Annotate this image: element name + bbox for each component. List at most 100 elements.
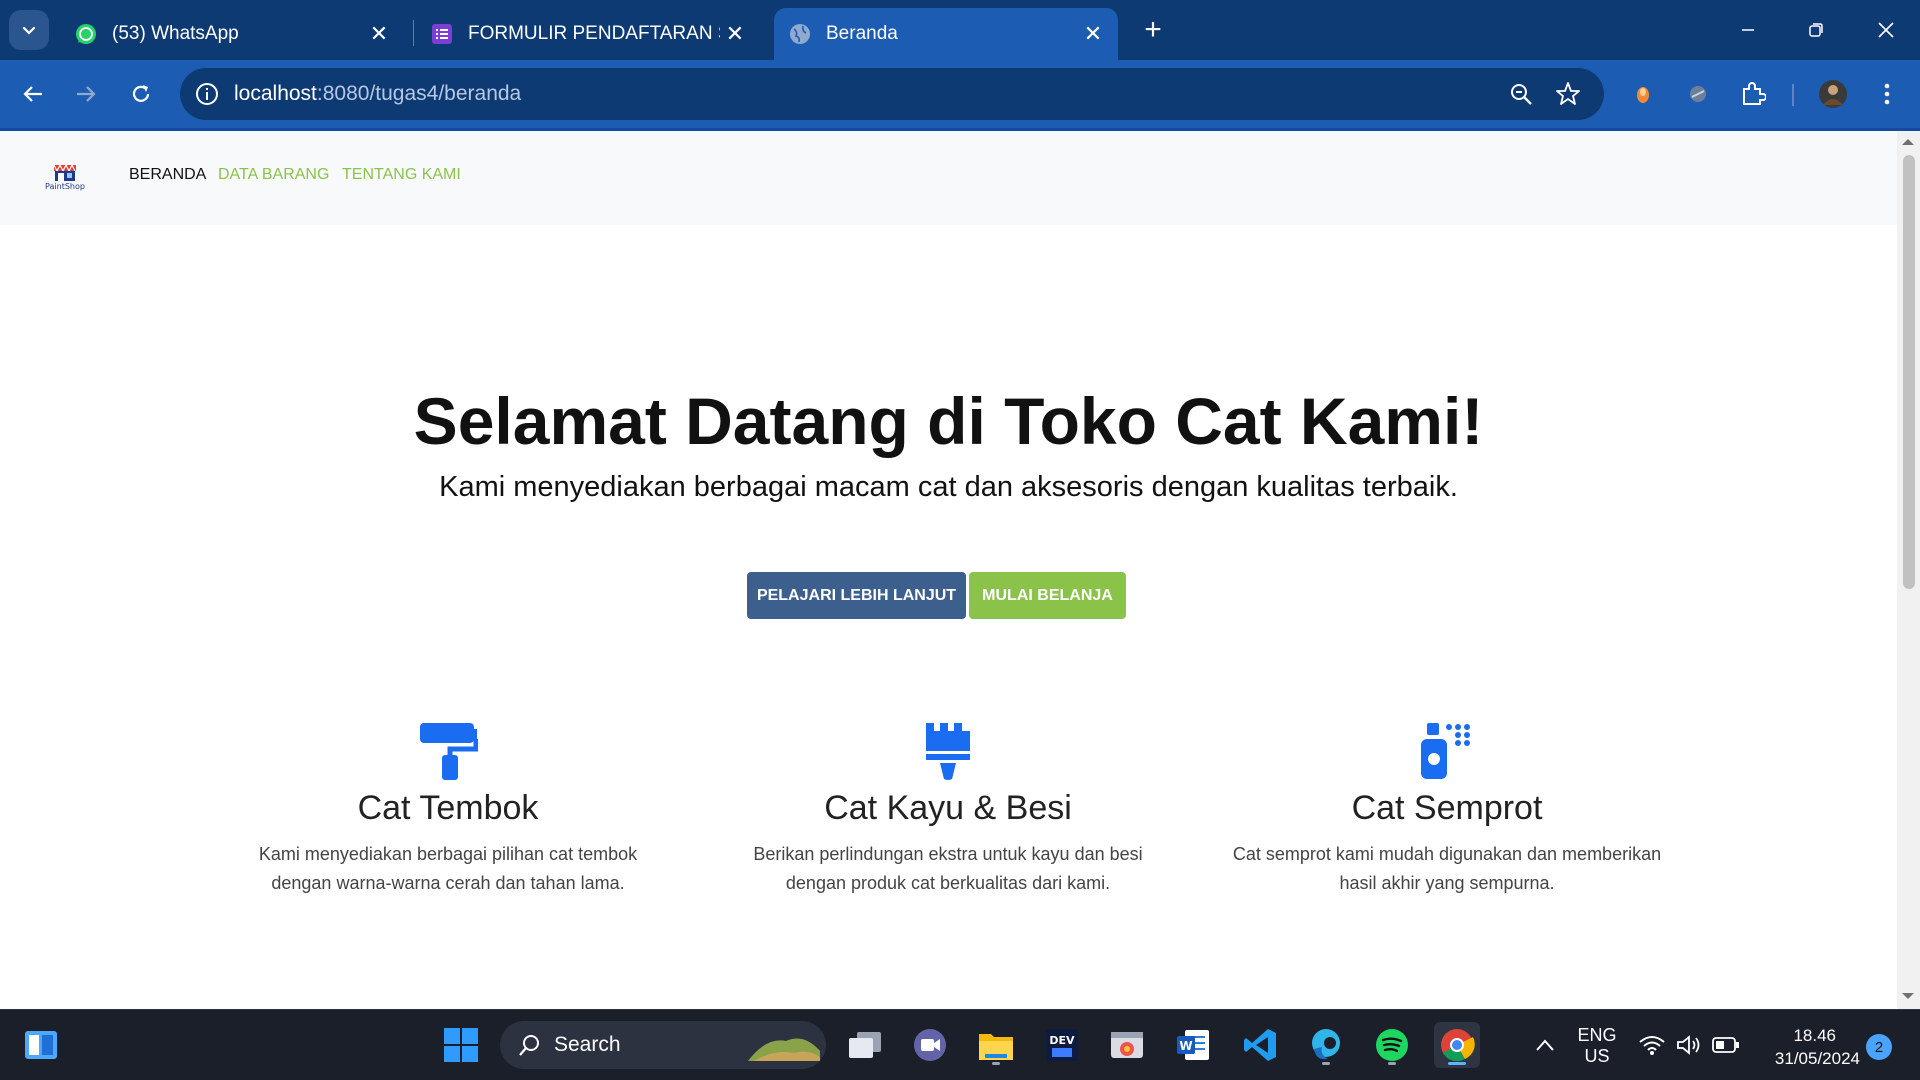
tab-search-button[interactable]: [9, 10, 49, 50]
paint-brush-icon: [926, 723, 970, 780]
arrow-left-icon: [23, 86, 42, 102]
word-icon: W: [1177, 1030, 1209, 1060]
word-app[interactable]: W: [1170, 1022, 1216, 1068]
chrome-icon: [1441, 1029, 1475, 1062]
close-icon[interactable]: ✕: [364, 19, 394, 49]
notification-badge[interactable]: 2: [1866, 1034, 1892, 1060]
running-indicator: [1322, 1062, 1330, 1065]
restore-icon: [1809, 23, 1823, 37]
page-viewport: PaintShop BERANDA DATA BARANG TENTANG KA…: [0, 131, 1897, 1009]
new-tab-button[interactable]: +: [1137, 13, 1169, 46]
forward-button[interactable]: [67, 75, 105, 113]
close-window-button[interactable]: [1856, 8, 1916, 52]
network-volume-battery[interactable]: [1630, 1022, 1748, 1068]
feature-description: Cat semprot kami mudah digunakan dan mem…: [1232, 844, 1662, 893]
dev-app[interactable]: DEV: [1039, 1022, 1085, 1068]
running-indicator: [1388, 1062, 1396, 1065]
bookmark-star-icon[interactable]: [1555, 81, 1581, 107]
site-info-icon[interactable]: [194, 81, 220, 107]
back-button[interactable]: [14, 75, 52, 113]
minimize-icon: [1742, 29, 1754, 31]
tab-title: (53) WhatsApp: [112, 23, 239, 44]
nav-beranda[interactable]: BERANDA: [129, 166, 206, 184]
browser-menu-icon[interactable]: [1870, 77, 1904, 111]
widgets-icon: [25, 1031, 57, 1059]
clock[interactable]: 18.46 31/05/2024: [1750, 1024, 1860, 1070]
teams-app[interactable]: [907, 1022, 953, 1068]
snipping-app[interactable]: [1104, 1022, 1150, 1068]
tray-overflow-button[interactable]: [1522, 1022, 1568, 1068]
edge-app[interactable]: [1303, 1022, 1349, 1068]
browser-tabstrip: (53) WhatsApp ✕ FORMULIR PENDAFTARAN SMF…: [0, 0, 1920, 60]
site-navbar: PaintShop BERANDA DATA BARANG TENTANG KA…: [0, 131, 1897, 225]
hero-subtitle: Kami menyediakan berbagai macam cat dan …: [439, 471, 1458, 503]
feature-title: Cat Semprot: [1351, 789, 1543, 827]
chevron-up-icon: [1536, 1039, 1554, 1051]
taskbar-search[interactable]: Search: [500, 1021, 826, 1069]
globe-icon: [788, 22, 812, 46]
language-indicator[interactable]: ENG US: [1570, 1025, 1624, 1067]
svg-text:W: W: [1179, 1039, 1192, 1053]
start-button[interactable]: [438, 1022, 484, 1068]
start-shopping-button[interactable]: MULAI BELANJA: [969, 572, 1126, 619]
close-icon[interactable]: ✕: [720, 19, 750, 49]
toolbar-divider: [1792, 84, 1794, 106]
feature-description: Kami menyediakan berbagai pilihan cat te…: [258, 844, 638, 893]
address-bar[interactable]: localhost:8080/tugas4/beranda: [180, 68, 1604, 120]
chevron-down-icon: [22, 26, 36, 35]
tab-beranda[interactable]: Beranda ✕: [774, 8, 1118, 60]
feature-title: Cat Tembok: [357, 789, 539, 827]
spotify-icon: [1376, 1029, 1408, 1061]
close-icon[interactable]: ✕: [1078, 19, 1108, 49]
scroll-up-arrow[interactable]: [1902, 139, 1914, 145]
feature-card-cat-tembok: Cat Tembok Kami menyediakan berbagai pil…: [218, 721, 678, 898]
extension-gray-icon[interactable]: [1681, 77, 1715, 111]
chat-video-icon: [914, 1029, 946, 1061]
tab-title: FORMULIR PENDAFTARAN SMF: [468, 23, 720, 44]
nav-data-barang[interactable]: DATA BARANG: [218, 166, 329, 184]
tab-separator: [413, 20, 414, 46]
wifi-icon: [1639, 1036, 1665, 1055]
nav-tentang-kami[interactable]: TENTANG KAMI: [342, 166, 461, 184]
task-view-button[interactable]: [842, 1022, 888, 1068]
folder-icon: [979, 1034, 1013, 1060]
scroll-thumb[interactable]: [1903, 155, 1915, 589]
vscode-app[interactable]: [1237, 1022, 1283, 1068]
url-text[interactable]: localhost:8080/tugas4/beranda: [234, 82, 521, 106]
whatsapp-icon: [74, 22, 98, 46]
logo-text: PaintShop: [45, 182, 85, 191]
learn-more-button[interactable]: PELAJARI LEBIH LANJUT: [747, 572, 966, 619]
widgets-button[interactable]: [18, 1022, 64, 1068]
arrow-right-icon: [77, 86, 96, 102]
vscode-icon: [1244, 1029, 1276, 1061]
running-indicator: [992, 1062, 1000, 1065]
restore-button[interactable]: [1786, 8, 1846, 52]
reload-icon: [132, 85, 150, 102]
forms-icon: [430, 22, 454, 46]
active-indicator: [1448, 1062, 1466, 1065]
hero-title: Selamat Datang di Toko Cat Kami!: [413, 384, 1484, 458]
windows-logo-icon: [444, 1028, 478, 1062]
zoom-icon[interactable]: [1508, 81, 1534, 107]
paint-roller-icon: [420, 723, 478, 780]
windows-taskbar: Search DEV W ENG US 18.46 31/05/2024 2: [0, 1009, 1920, 1080]
feature-card-cat-kayu-besi: Cat Kayu & Besi Berikan perlindungan eks…: [718, 721, 1178, 898]
svg-text:DEV: DEV: [1049, 1034, 1075, 1047]
feature-title: Cat Kayu & Besi: [824, 789, 1072, 827]
file-explorer-app[interactable]: [973, 1022, 1019, 1068]
scroll-down-arrow[interactable]: [1902, 993, 1914, 999]
page-scrollbar[interactable]: [1897, 131, 1920, 1009]
spotify-app[interactable]: [1369, 1022, 1415, 1068]
minimize-button[interactable]: [1718, 8, 1778, 52]
tab-whatsapp[interactable]: (53) WhatsApp ✕: [60, 8, 404, 60]
extensions-puzzle-icon[interactable]: [1736, 77, 1770, 111]
tab-formulir[interactable]: FORMULIR PENDAFTARAN SMF ✕: [416, 8, 760, 60]
reload-button[interactable]: [122, 75, 160, 113]
search-label: Search: [554, 1033, 621, 1056]
battery-icon: [1712, 1037, 1739, 1053]
profile-avatar[interactable]: [1816, 77, 1850, 111]
volume-icon: [1677, 1035, 1700, 1055]
spray-can-icon: [1421, 723, 1470, 779]
chrome-app[interactable]: [1434, 1022, 1480, 1068]
extension-orange-icon[interactable]: [1626, 77, 1660, 111]
